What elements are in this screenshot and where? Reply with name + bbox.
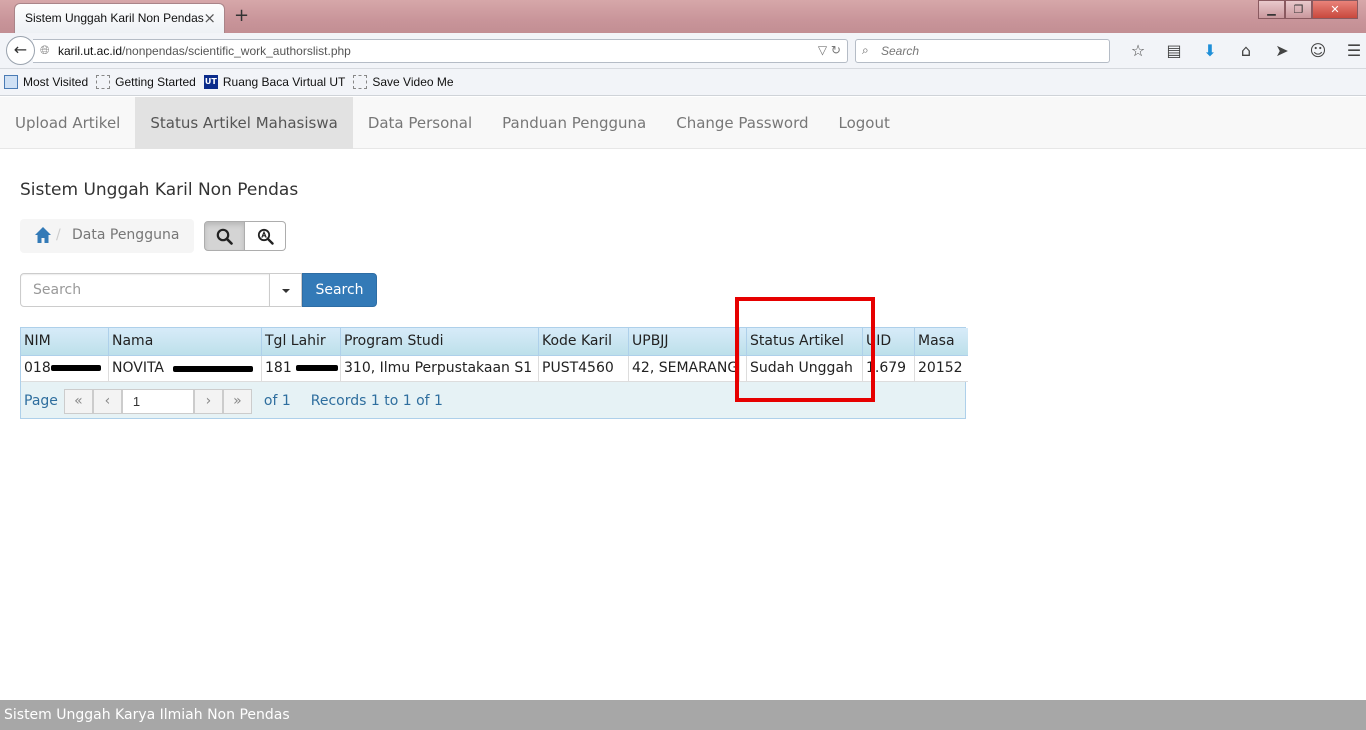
search-input[interactable] bbox=[20, 273, 270, 307]
folder-icon bbox=[4, 75, 18, 89]
url-host: karil.ut.ac.id bbox=[58, 44, 123, 58]
cell-kode-karil: PUST4560 bbox=[539, 356, 629, 382]
first-page-icon[interactable]: « bbox=[63, 388, 93, 414]
window-close-icon[interactable]: ✕ bbox=[1312, 0, 1358, 19]
bookmark-getting-started[interactable]: Getting Started bbox=[96, 75, 196, 89]
advanced-search-icon bbox=[257, 228, 274, 245]
bookmark-star-icon[interactable]: ☆ bbox=[1120, 41, 1156, 60]
search-toggle-button[interactable] bbox=[204, 221, 245, 251]
last-page-icon[interactable]: » bbox=[222, 388, 252, 414]
close-icon[interactable]: × bbox=[203, 9, 216, 27]
tab-title: Sistem Unggah Karil Non Pendas bbox=[25, 11, 204, 25]
magnifier-icon: ⌕ bbox=[862, 43, 869, 57]
bookmark-save-video[interactable]: Save Video Me bbox=[353, 75, 454, 89]
browser-search-input[interactable]: ⌕ Search bbox=[855, 39, 1110, 63]
cell-nim-text: 018 bbox=[24, 360, 51, 376]
hamburger-menu-icon[interactable]: ☰ bbox=[1336, 41, 1366, 60]
url-bar[interactable]: 🌐︎ karil.ut.ac.id/nonpendas/scientific_w… bbox=[33, 39, 848, 63]
url-dropdown-reload-icon[interactable]: ▽ ↻ bbox=[818, 43, 841, 57]
nav-logout[interactable]: Logout bbox=[824, 97, 905, 149]
page-footer: Sistem Unggah Karya Ilmiah Non Pendas bbox=[0, 700, 1366, 730]
bookmark-most-visited[interactable]: Most Visited bbox=[4, 75, 88, 89]
search-button[interactable]: Search bbox=[302, 273, 377, 307]
new-tab-icon[interactable]: + bbox=[234, 5, 249, 26]
redaction-mark bbox=[296, 365, 338, 371]
home-icon[interactable] bbox=[34, 226, 52, 244]
download-icon[interactable]: ⬇ bbox=[1192, 41, 1228, 60]
header-nama[interactable]: Nama bbox=[109, 328, 262, 355]
app-navbar: Upload Artikel Status Artikel Mahasiswa … bbox=[0, 97, 1366, 149]
page-icon bbox=[96, 75, 111, 89]
maximize-icon[interactable]: ❐ bbox=[1285, 0, 1312, 19]
pager-of-label: of 1 bbox=[263, 393, 291, 409]
toolbar-icons: ☆ ▤ ⬇ ⌂ ➤ ☺ ☰ bbox=[1120, 41, 1366, 60]
cell-upbjj: 42, SEMARANG bbox=[629, 356, 740, 382]
cell-nama: NOVITA bbox=[109, 356, 262, 382]
home-toolbar-icon[interactable]: ⌂ bbox=[1228, 41, 1264, 60]
nav-status-artikel[interactable]: Status Artikel Mahasiswa bbox=[135, 97, 353, 149]
header-program-studi[interactable]: Program Studi bbox=[341, 328, 539, 355]
header-kode-karil[interactable]: Kode Karil bbox=[539, 328, 629, 355]
pager-records-label: Records 1 to 1 of 1 bbox=[310, 393, 443, 409]
cell-tgl-lahir-text: 181 bbox=[265, 360, 292, 376]
nav-data-personal[interactable]: Data Personal bbox=[353, 97, 487, 149]
url-text[interactable]: karil.ut.ac.id/nonpendas/scientific_work… bbox=[58, 44, 351, 58]
bookmarks-bar: Most Visited Getting Started UT Ruang Bac… bbox=[0, 69, 1366, 96]
globe-icon: 🌐︎ bbox=[40, 43, 50, 57]
url-path: /nonpendas/scientific_work_authorslist.p… bbox=[122, 44, 351, 58]
cell-masa: 20152 bbox=[918, 360, 963, 376]
browser-search-placeholder: Search bbox=[881, 44, 920, 58]
page-number-input[interactable] bbox=[121, 388, 194, 414]
breadcrumb-current: Data Pengguna bbox=[72, 227, 180, 243]
advanced-search-button[interactable] bbox=[245, 221, 286, 251]
cell-nim: 018 bbox=[21, 356, 109, 382]
browser-toolbar: 🌐︎ karil.ut.ac.id/nonpendas/scientific_w… bbox=[0, 33, 1366, 69]
search-icon bbox=[216, 228, 233, 245]
browser-tab[interactable]: Sistem Unggah Karil Non Pendas × bbox=[14, 3, 225, 33]
redaction-mark bbox=[51, 365, 101, 371]
window-controls: ▁ ❐ ✕ bbox=[1258, 0, 1358, 20]
nav-panduan-pengguna[interactable]: Panduan Pengguna bbox=[487, 97, 661, 149]
page-icon bbox=[353, 75, 368, 89]
cell-nama-text: NOVITA bbox=[112, 360, 164, 376]
cell-program-studi: 310, Ilmu Perpustakaan S1 bbox=[341, 356, 539, 382]
search-toggle-group bbox=[204, 221, 286, 251]
minimize-icon[interactable]: ▁ bbox=[1258, 0, 1285, 19]
bookmark-label: Most Visited bbox=[23, 75, 89, 89]
breadcrumb: / Data Pengguna bbox=[20, 219, 194, 253]
page-title: Sistem Unggah Karil Non Pendas bbox=[20, 180, 299, 200]
ut-logo-icon: UT bbox=[203, 75, 218, 89]
header-tgl-lahir[interactable]: Tgl Lahir bbox=[262, 328, 341, 355]
header-nim[interactable]: NIM bbox=[21, 328, 109, 355]
prev-page-icon[interactable]: ‹ bbox=[92, 388, 122, 414]
smiley-icon[interactable]: ☺ bbox=[1300, 41, 1336, 60]
bookmark-ruang-baca[interactable]: UT Ruang Baca Virtual UT bbox=[203, 75, 346, 89]
bookmark-label: Ruang Baca Virtual UT bbox=[222, 75, 346, 89]
send-icon[interactable]: ➤ bbox=[1264, 41, 1300, 60]
redaction-mark bbox=[173, 366, 253, 372]
status-highlight-box bbox=[735, 297, 875, 402]
header-masa[interactable]: Masa bbox=[915, 328, 968, 355]
next-page-icon[interactable]: › bbox=[193, 388, 223, 414]
footer-text: Sistem Unggah Karya Ilmiah Non Pendas bbox=[4, 707, 290, 723]
nav-upload-artikel[interactable]: Upload Artikel bbox=[0, 97, 135, 149]
nav-change-password[interactable]: Change Password bbox=[661, 97, 823, 149]
header-upbjj[interactable]: UPBJJ bbox=[629, 328, 740, 355]
bookmark-label: Save Video Me bbox=[372, 75, 454, 89]
search-options-dropdown[interactable] bbox=[269, 273, 302, 307]
breadcrumb-separator: / bbox=[56, 227, 61, 243]
bookmark-label: Getting Started bbox=[115, 75, 196, 89]
reading-list-icon[interactable]: ▤ bbox=[1156, 41, 1192, 60]
pager-page-label: Page bbox=[24, 393, 58, 409]
browser-titlebar: Sistem Unggah Karil Non Pendas × + ▁ ❐ ✕ bbox=[0, 0, 1366, 33]
back-arrow-icon[interactable]: ← bbox=[6, 36, 35, 65]
cell-tgl-lahir: 181 bbox=[262, 356, 341, 382]
